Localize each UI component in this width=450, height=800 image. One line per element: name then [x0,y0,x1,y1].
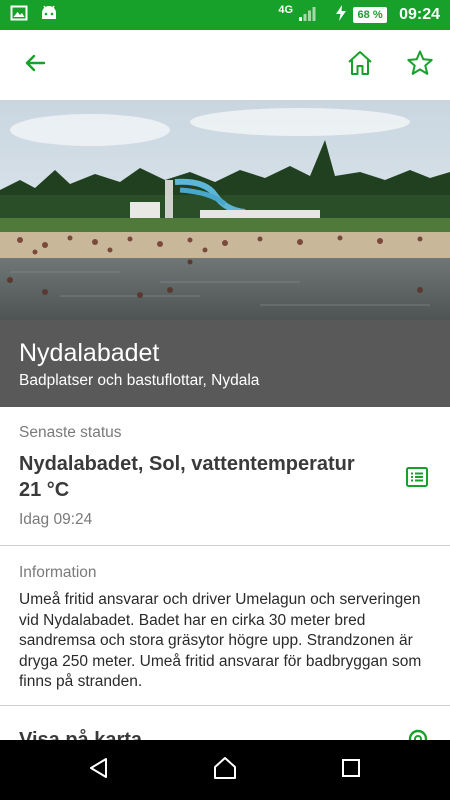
signal-icon [299,4,319,27]
information-section: Information Umeå fritid ansvarar och dri… [0,547,450,706]
status-bar: 4G 68 % 09:24 [0,0,450,30]
android-notification-icon [40,4,58,27]
back-button[interactable] [17,47,53,83]
information-text: Umeå fritid ansvarar och driver Umelagun… [19,591,422,691]
image-notification-icon [10,4,28,27]
battery-level: 68 % [353,7,388,23]
map-section-title[interactable]: Visa på karta [19,729,142,740]
home-icon [346,49,374,82]
app-screen: 4G 68 % 09:24 Nydalabadet Badplatser och… [0,0,450,800]
circle-home-icon [212,755,238,786]
map-pin-button[interactable] [404,729,432,740]
status-timestamp: Idag 09:24 [19,511,93,528]
network-type: 4G [278,4,294,16]
nav-back-button[interactable] [84,755,114,785]
place-title: Nydalabadet [19,339,160,367]
home-button[interactable] [342,47,378,83]
place-header: Nydalabadet Badplatser och bastuflottar,… [0,320,450,407]
status-title: Nydalabadet, Sol, vattentemperatur 21 °C [19,453,355,501]
triangle-back-icon [87,756,111,785]
square-recents-icon [340,757,362,784]
map-section[interactable]: Visa på karta [0,707,450,740]
status-list-button[interactable] [402,464,432,494]
nav-recents-button[interactable] [336,755,366,785]
app-bar [0,30,450,100]
section-label-information: Information [19,564,97,581]
nav-home-button[interactable] [210,755,240,785]
arrow-left-icon [23,51,47,80]
favorite-button[interactable] [402,47,438,83]
star-outline-icon [406,49,434,82]
latest-status-section: Senaste status Nydalabadet, Sol, vattent… [0,407,450,546]
clock: 09:24 [399,6,440,23]
system-indicators: 4G 68 % 09:24 [278,0,440,30]
hero-photo [0,100,450,320]
list-icon [405,465,429,494]
place-subtitle: Badplatser och bastuflottar, Nydala [19,372,260,389]
charging-icon [335,4,347,27]
system-navigation-bar [0,740,450,800]
notification-icons [10,4,58,27]
section-label-status: Senaste status [19,424,122,441]
